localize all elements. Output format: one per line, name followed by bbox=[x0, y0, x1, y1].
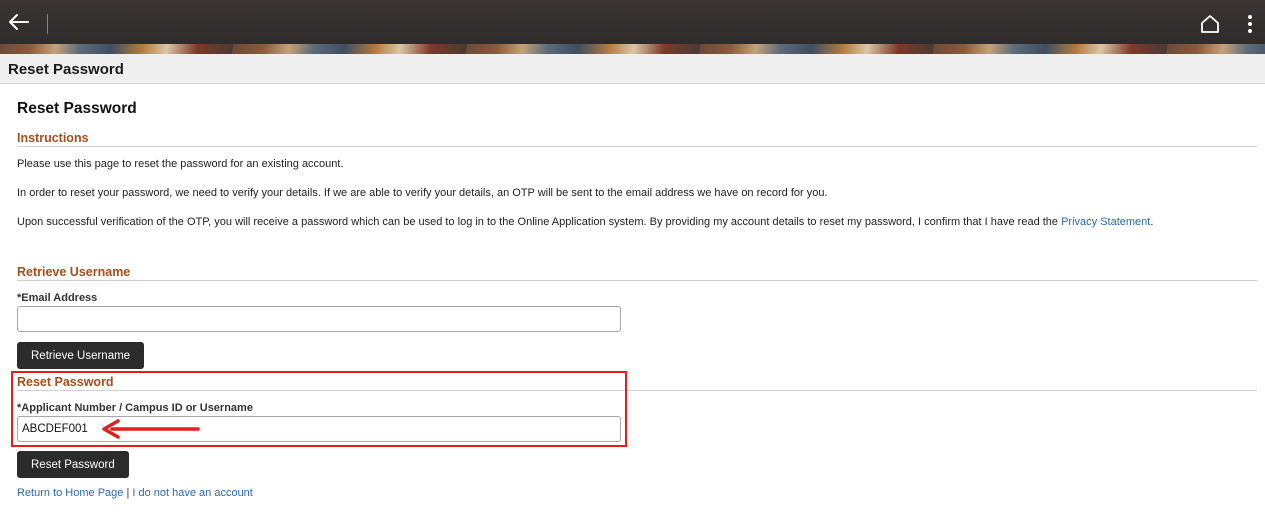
instructions-para-2: In order to reset your password, we need… bbox=[17, 187, 828, 199]
home-icon bbox=[1201, 15, 1219, 33]
instructions-section-heading: Instructions bbox=[17, 129, 1257, 147]
page-header: Reset Password bbox=[0, 54, 1265, 84]
page-title: Reset Password bbox=[8, 61, 124, 78]
footer-separator: | bbox=[126, 487, 130, 499]
toolbar-divider bbox=[47, 14, 48, 34]
home-button[interactable] bbox=[1198, 12, 1222, 36]
retrieve-username-button[interactable]: Retrieve Username bbox=[17, 342, 145, 369]
instructions-para-3: Upon successful verification of the OTP,… bbox=[17, 216, 1257, 229]
return-home-link[interactable]: Return to Home Page bbox=[17, 487, 123, 499]
reset-password-button[interactable]: Reset Password bbox=[17, 451, 129, 478]
email-address-label: *Email Address bbox=[17, 292, 98, 304]
retrieve-username-heading: Retrieve Username bbox=[17, 265, 131, 279]
instructions-para-3-end: . bbox=[1150, 216, 1154, 228]
footer-links: Return to Home Page | I do not have an a… bbox=[17, 487, 253, 499]
decorative-banner bbox=[0, 44, 1265, 54]
arrow-left-icon bbox=[9, 14, 29, 30]
instructions-heading: Instructions bbox=[17, 131, 89, 145]
email-address-input[interactable] bbox=[17, 306, 621, 332]
more-options-button[interactable] bbox=[1240, 12, 1260, 36]
instructions-para-1: Please use this page to reset the passwo… bbox=[17, 158, 344, 170]
instructions-para-3-text: Upon successful verification of the OTP,… bbox=[17, 216, 1062, 228]
more-vertical-icon bbox=[1248, 15, 1252, 33]
annotation-arrow-icon bbox=[102, 419, 200, 439]
form-title: Reset Password bbox=[17, 100, 137, 117]
privacy-statement-link[interactable]: Privacy Statement bbox=[1061, 216, 1150, 228]
retrieve-username-section-heading: Retrieve Username bbox=[17, 263, 1257, 281]
back-button[interactable] bbox=[6, 9, 36, 39]
no-account-link[interactable]: I do not have an account bbox=[132, 487, 252, 499]
